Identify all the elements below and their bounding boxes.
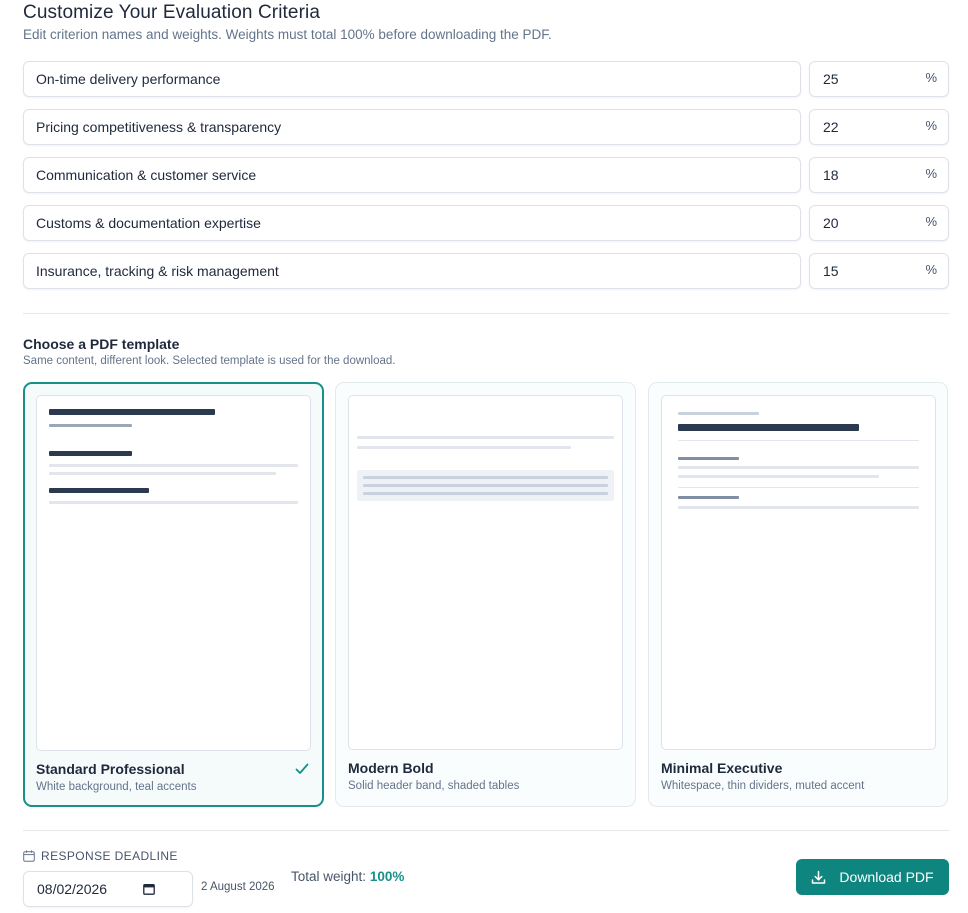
deadline-date-input[interactable]: 08/02/2026 xyxy=(23,871,193,907)
template-card-standard-professional[interactable]: Standard Professional White background, … xyxy=(23,382,324,807)
page-subtitle: Edit criterion names and weights. Weight… xyxy=(23,27,552,42)
preview-title-bar xyxy=(678,424,859,431)
percent-sign: % xyxy=(925,214,937,229)
criterion-name-input[interactable]: Insurance, tracking & risk management xyxy=(23,253,801,289)
template-name: Minimal Executive xyxy=(661,760,783,776)
preview-heading-bar xyxy=(49,451,132,456)
criterion-weight-value: 22 xyxy=(823,119,839,135)
criterion-weight-input[interactable]: 15 % xyxy=(809,253,949,289)
preview-line xyxy=(363,476,608,479)
preview-line xyxy=(678,466,919,469)
criterion-weight-value: 18 xyxy=(823,167,839,183)
preview-line xyxy=(357,446,571,449)
template-preview xyxy=(36,395,311,751)
criterion-name-input[interactable]: On-time delivery performance xyxy=(23,61,801,97)
template-description: Whitespace, thin dividers, muted accent xyxy=(661,780,865,792)
criterion-weight-input[interactable]: 18 % xyxy=(809,157,949,193)
deadline-readable-date: 2 August 2026 xyxy=(201,881,275,893)
criterion-row: Communication & customer service 18 % xyxy=(23,157,949,193)
template-description: Solid header band, shaded tables xyxy=(348,780,520,792)
criterion-row: On-time delivery performance 25 % xyxy=(23,61,949,97)
preview-line xyxy=(49,501,298,504)
deadline-label: RESPONSE DEADLINE xyxy=(23,849,178,863)
criterion-weight-value: 25 xyxy=(823,71,839,87)
template-card-modern-bold[interactable]: Modern Bold Solid header band, shaded ta… xyxy=(335,382,636,807)
preview-line xyxy=(678,475,879,478)
preview-line xyxy=(49,464,298,467)
preview-line xyxy=(678,506,919,509)
percent-sign: % xyxy=(925,70,937,85)
percent-sign: % xyxy=(925,166,937,181)
template-preview xyxy=(348,395,623,750)
preview-heading-bar xyxy=(678,457,739,460)
criterion-name-input[interactable]: Communication & customer service xyxy=(23,157,801,193)
template-description: White background, teal accents xyxy=(36,781,197,793)
total-weight-label: Total weight: xyxy=(291,869,367,884)
criterion-weight-input[interactable]: 20 % xyxy=(809,205,949,241)
criterion-name-input[interactable]: Customs & documentation expertise xyxy=(23,205,801,241)
total-weight-value: 100% xyxy=(369,869,405,884)
calendar-picker-icon[interactable] xyxy=(143,883,155,895)
template-name: Standard Professional xyxy=(36,761,185,777)
template-card-minimal-executive[interactable]: Minimal Executive Whitespace, thin divid… xyxy=(648,382,948,807)
criterion-row: Customs & documentation expertise 20 % xyxy=(23,205,949,241)
preview-line xyxy=(678,412,759,415)
preview-subtitle-bar xyxy=(49,424,132,427)
preview-line xyxy=(49,472,276,475)
preview-heading-bar xyxy=(678,496,739,499)
template-preview xyxy=(661,395,936,750)
criterion-weight-value: 20 xyxy=(823,215,839,231)
criterion-weight-input[interactable]: 25 % xyxy=(809,61,949,97)
criterion-row: Insurance, tracking & risk management 15… xyxy=(23,253,949,289)
preview-heading-bar xyxy=(49,488,149,493)
criterion-name-input[interactable]: Pricing competitiveness & transparency xyxy=(23,109,801,145)
calendar-icon xyxy=(23,850,35,862)
total-weight: Total weight: 100% xyxy=(291,869,404,884)
criterion-weight-value: 15 xyxy=(823,263,839,279)
deadline-label-text: RESPONSE DEADLINE xyxy=(41,849,178,863)
section-divider xyxy=(23,313,949,314)
percent-sign: % xyxy=(925,118,937,133)
preview-line xyxy=(357,436,614,439)
page-title: Customize Your Evaluation Criteria xyxy=(23,2,320,23)
preview-line xyxy=(363,492,608,495)
criterion-weight-input[interactable]: 22 % xyxy=(809,109,949,145)
check-icon xyxy=(295,763,309,774)
criterion-row: Pricing competitiveness & transparency 2… xyxy=(23,109,949,145)
download-icon xyxy=(812,870,826,884)
footer-divider xyxy=(23,830,949,831)
deadline-date-value: 08/02/2026 xyxy=(37,881,108,897)
preview-title-bar xyxy=(49,409,215,415)
template-section-subtitle: Same content, different look. Selected t… xyxy=(23,355,396,367)
template-section-title: Choose a PDF template xyxy=(23,336,180,352)
preview-line xyxy=(363,484,608,487)
percent-sign: % xyxy=(925,262,937,277)
preview-divider xyxy=(678,440,919,441)
download-pdf-button[interactable]: Download PDF xyxy=(796,859,949,895)
template-name: Modern Bold xyxy=(348,760,434,776)
download-pdf-label: Download PDF xyxy=(839,869,934,885)
preview-divider xyxy=(678,487,919,488)
